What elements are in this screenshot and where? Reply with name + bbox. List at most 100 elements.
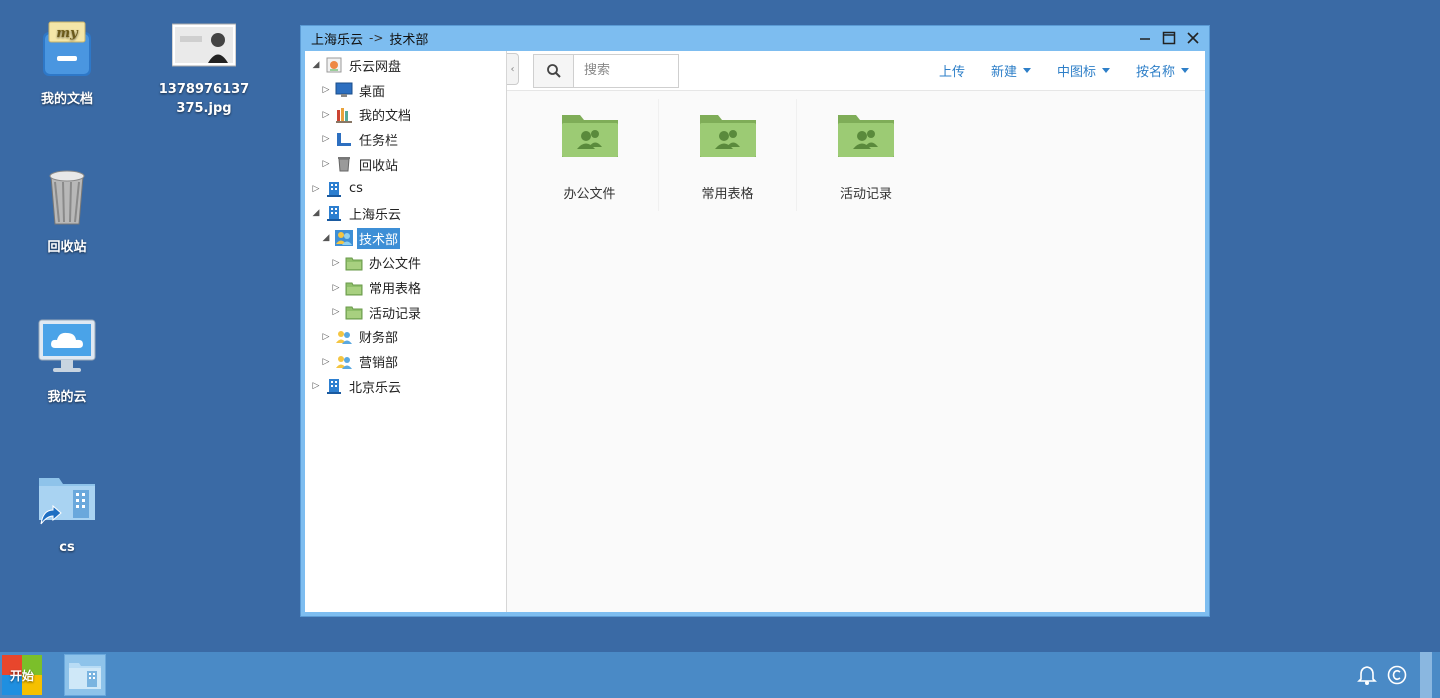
tree-collapsed-arrow-icon[interactable]: ▷ xyxy=(321,134,331,144)
file-manager-window: 上海乐云 -> 技术部 ◢ 乐云网盘 ▷ 桌面 ▷ 我的文档 ▷ 任务栏 ▷ 回… xyxy=(300,25,1210,617)
maximize-icon xyxy=(1162,31,1176,45)
taskbar-scroll-handle[interactable] xyxy=(1420,652,1432,698)
upload-button[interactable]: 上传 xyxy=(939,61,965,80)
tree-expanded-arrow-icon[interactable]: ◢ xyxy=(321,233,331,243)
folder-name: 常用表格 xyxy=(701,187,754,202)
tree-item-shanghai-leyun[interactable]: ◢ 上海乐云 xyxy=(305,201,506,226)
minimize-icon xyxy=(1140,38,1150,40)
tree-collapsed-arrow-icon[interactable]: ▷ xyxy=(331,307,341,317)
caret-down-icon xyxy=(1101,68,1110,73)
folder-item-common-tables[interactable]: 常用表格 xyxy=(659,99,797,211)
folder-name: 活动记录 xyxy=(839,187,892,202)
desktop-icon-my-cloud[interactable]: 我的云 xyxy=(17,316,117,407)
search-box xyxy=(533,53,679,88)
folder-icon xyxy=(345,280,363,296)
title-path-root: 上海乐云 xyxy=(311,32,364,48)
desktop-icon-recycle-bin[interactable]: 回收站 xyxy=(17,166,117,257)
my-cloud-icon xyxy=(35,316,99,380)
folder-content-pane: ‹ 上传 新建 中 xyxy=(507,51,1205,612)
tree-item-leyun-drive[interactable]: ◢ 乐云网盘 xyxy=(305,53,506,78)
maximize-button[interactable] xyxy=(1159,28,1179,48)
folder-icon xyxy=(345,255,363,271)
tree-collapsed-arrow-icon[interactable]: ▷ xyxy=(331,258,341,268)
desktop-icon-label: 回收站 xyxy=(47,240,87,255)
taskbar-file-manager-button[interactable] xyxy=(64,654,106,696)
cloud-drive-icon xyxy=(325,57,343,73)
tree-item-beijing-leyun[interactable]: ▷ 北京乐云 xyxy=(305,374,506,399)
copyright-icon[interactable] xyxy=(1386,664,1408,686)
tree-item-my-documents[interactable]: ▷ 我的文档 xyxy=(305,102,506,127)
taskbar-icon xyxy=(335,131,353,147)
search-icon xyxy=(546,63,561,78)
close-button[interactable] xyxy=(1183,28,1203,48)
title-path-separator: -> xyxy=(369,31,384,45)
desktop-icon-image-file[interactable]: 1378976137 375.jpg xyxy=(154,22,254,118)
user-group-icon xyxy=(335,329,353,345)
tree-expanded-arrow-icon[interactable]: ◢ xyxy=(311,60,321,70)
tree-collapsed-arrow-icon[interactable]: ▷ xyxy=(311,184,321,194)
shared-folder-icon xyxy=(836,111,896,163)
shared-folder-icon xyxy=(698,111,758,163)
books-icon xyxy=(335,107,353,123)
search-button[interactable] xyxy=(534,54,574,87)
tree-collapsed-arrow-icon[interactable]: ▷ xyxy=(331,283,341,293)
tree-item-activity-records[interactable]: ▷ 活动记录 xyxy=(305,300,506,325)
desktop-monitor-icon xyxy=(335,82,353,98)
title-path-current: 技术部 xyxy=(389,32,429,48)
window-titlebar[interactable]: 上海乐云 -> 技术部 xyxy=(301,26,1209,50)
system-tray xyxy=(1356,652,1440,698)
recycle-bin-icon xyxy=(35,166,99,230)
view-mode-dropdown[interactable]: 中图标 xyxy=(1057,61,1110,80)
file-grid: 办公文件 常用表格 活动记录 xyxy=(507,91,1205,211)
tree-item-tech-dept[interactable]: ◢ 技术部 xyxy=(305,226,506,251)
caret-down-icon xyxy=(1181,68,1189,73)
desktop-icon-cs[interactable]: cs xyxy=(17,466,117,557)
caret-down-icon xyxy=(1022,68,1031,73)
tree-item-recycle-bin[interactable]: ▷ 回收站 xyxy=(305,152,506,177)
start-button[interactable]: 开始 xyxy=(2,655,42,695)
my-documents-icon: my xyxy=(35,18,99,82)
tree-collapsed-arrow-icon[interactable]: ▷ xyxy=(321,332,331,342)
chevron-left-icon: ‹ xyxy=(510,63,515,75)
tree-collapsed-arrow-icon[interactable]: ▷ xyxy=(321,85,331,95)
folder-tree: ◢ 乐云网盘 ▷ 桌面 ▷ 我的文档 ▷ 任务栏 ▷ 回收站 ▷ cs ◢ 上海… xyxy=(305,51,507,612)
desktop-icon-label: 我的文档 xyxy=(40,92,93,107)
tree-item-desktop[interactable]: ▷ 桌面 xyxy=(305,78,506,103)
tree-item-finance-dept[interactable]: ▷ 财务部 xyxy=(305,325,506,350)
tree-collapsed-arrow-icon[interactable]: ▷ xyxy=(311,381,321,391)
image-file-icon xyxy=(171,22,237,72)
folder-item-activity-records[interactable]: 活动记录 xyxy=(797,99,935,211)
folder-item-office-files[interactable]: 办公文件 xyxy=(521,99,659,211)
new-dropdown[interactable]: 新建 xyxy=(991,61,1031,80)
svg-text:my: my xyxy=(56,26,79,41)
building-icon xyxy=(325,205,343,222)
notification-bell-icon[interactable] xyxy=(1356,664,1378,686)
minimize-button[interactable] xyxy=(1135,28,1155,48)
trash-icon xyxy=(335,156,353,172)
user-group-icon xyxy=(335,354,353,370)
folder-building-icon xyxy=(69,663,101,689)
tree-item-taskbar[interactable]: ▷ 任务栏 xyxy=(305,127,506,152)
tree-collapsed-arrow-icon[interactable]: ▷ xyxy=(321,159,331,169)
tree-collapsed-arrow-icon[interactable]: ▷ xyxy=(321,110,331,120)
tree-item-cs[interactable]: ▷ cs xyxy=(305,176,506,201)
folder-icon xyxy=(345,304,363,320)
tree-item-office-files[interactable]: ▷ 办公文件 xyxy=(305,251,506,276)
sort-dropdown[interactable]: 按名称 xyxy=(1136,61,1189,80)
building-icon xyxy=(325,378,343,395)
desktop-icon-my-documents[interactable]: my 我的文档 xyxy=(17,18,117,109)
start-label: 开始 xyxy=(9,668,34,683)
tree-collapsed-arrow-icon[interactable]: ▷ xyxy=(321,357,331,367)
close-icon xyxy=(1187,32,1199,44)
cs-shortcut-icon xyxy=(35,466,99,530)
folder-name: 办公文件 xyxy=(563,187,616,202)
tree-item-marketing-dept[interactable]: ▷ 营销部 xyxy=(305,349,506,374)
tree-item-common-tables[interactable]: ▷ 常用表格 xyxy=(305,275,506,300)
tree-expanded-arrow-icon[interactable]: ◢ xyxy=(311,208,321,218)
collapse-sidebar-button[interactable]: ‹ xyxy=(507,53,519,85)
taskbar: 开始 xyxy=(0,652,1440,698)
desktop-icon-label: 1378976137 375.jpg xyxy=(158,82,250,116)
shared-folder-icon xyxy=(560,111,620,163)
desktop-icon-label: cs xyxy=(59,540,75,555)
search-input[interactable] xyxy=(574,54,678,87)
